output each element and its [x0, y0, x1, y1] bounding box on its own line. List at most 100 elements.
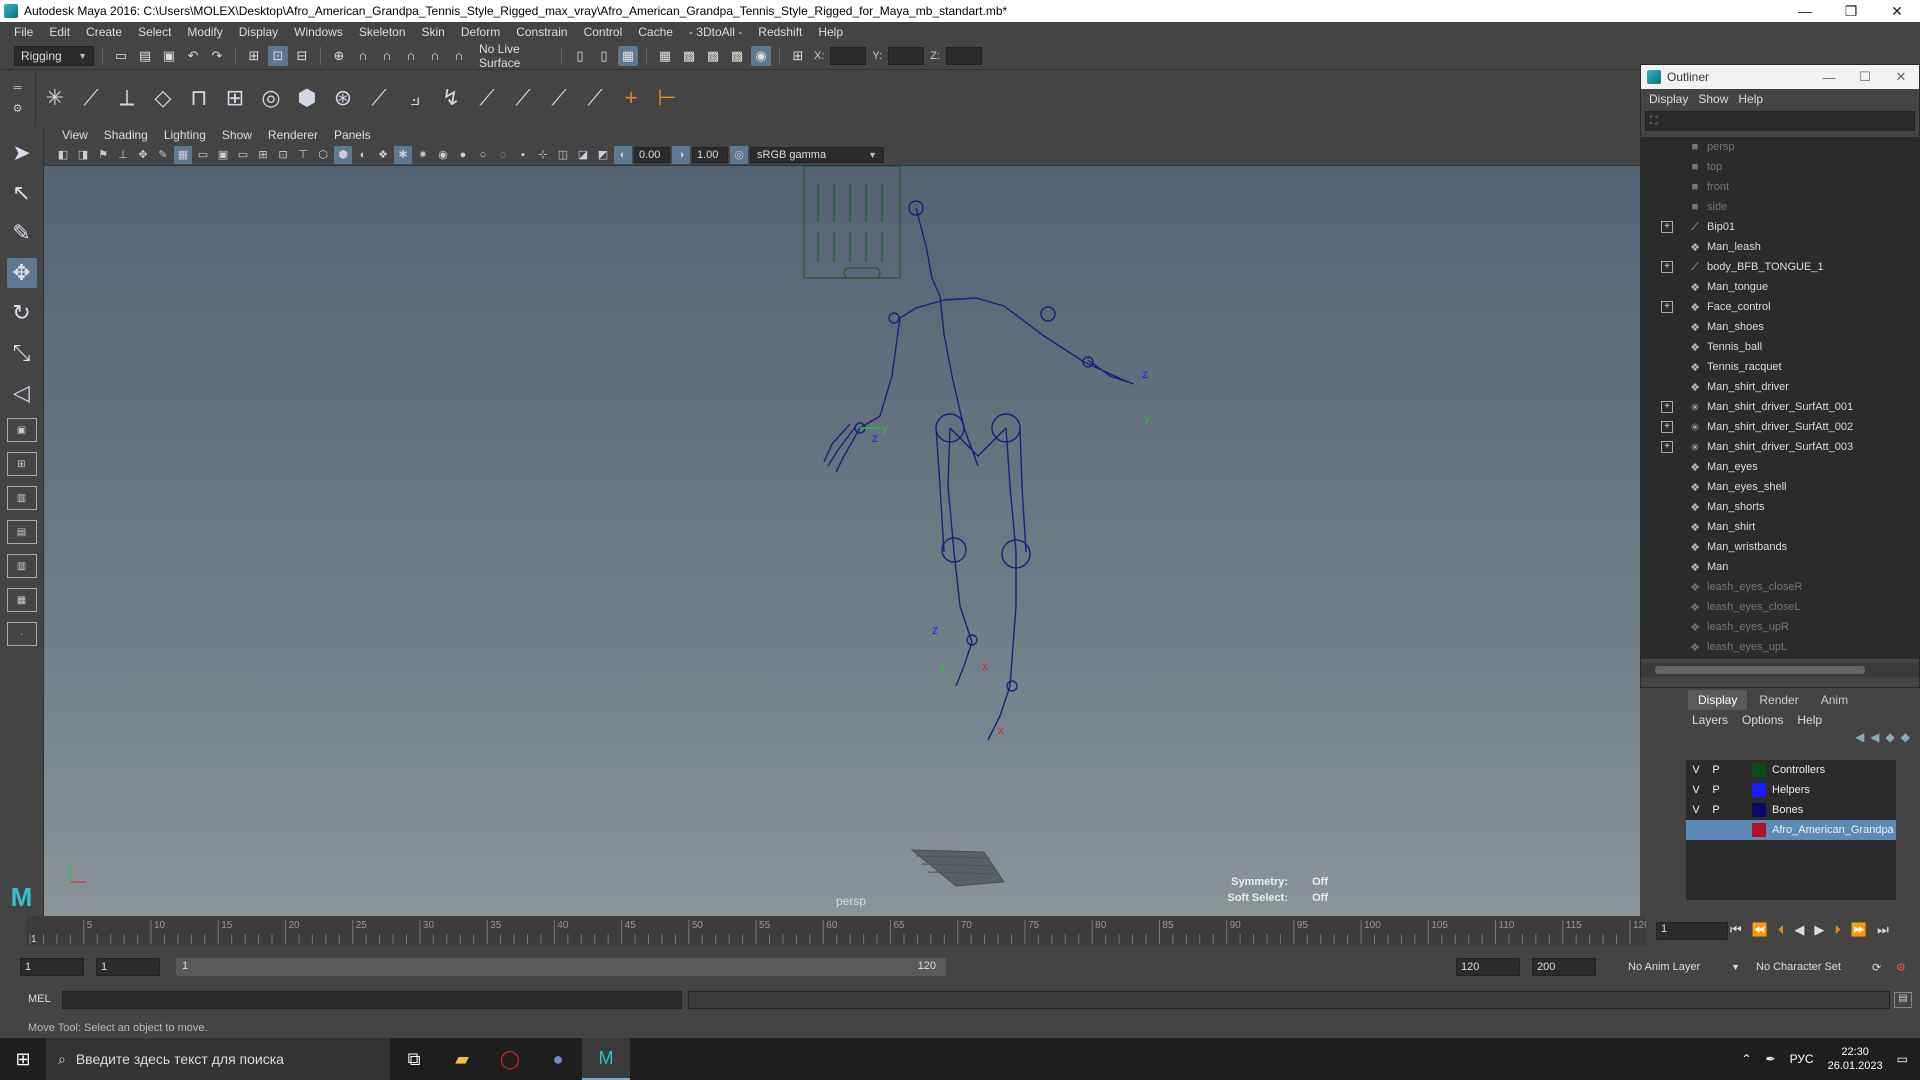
character-set-selector[interactable]: No Character Set	[1752, 958, 1864, 976]
scale-tool-icon[interactable]: ⤡	[7, 338, 37, 368]
outliner-item[interactable]: + ✳ Man_shirt_driver_SurfAtt_002	[1641, 417, 1919, 437]
multisample-icon[interactable]: ○	[474, 146, 492, 164]
layer-row[interactable]: Afro_American_Grandpa	[1686, 820, 1896, 840]
xray-active-icon[interactable]: ◫	[554, 146, 572, 164]
menu-item[interactable]: Control	[576, 25, 631, 39]
auto-key-icon[interactable]: ⟳	[1868, 958, 1888, 976]
layer-row[interactable]: V P Controllers	[1686, 760, 1896, 780]
color-management-icon[interactable]: ◎	[730, 145, 748, 164]
snap-live-icon[interactable]: ∩	[449, 46, 469, 66]
move-tool-icon[interactable]: ✥	[6, 258, 37, 288]
close-button[interactable]: ✕	[1874, 0, 1920, 22]
single-view-layout-icon[interactable]: ▣	[6, 418, 37, 442]
outliner-item[interactable]: + ⟋ body_BFB_TONGUE_1	[1641, 257, 1919, 277]
menu-item[interactable]: Deform	[453, 25, 508, 39]
shelf-gear-icon[interactable]: ⚙	[13, 102, 23, 115]
z-field[interactable]	[945, 46, 982, 65]
viewport-persp[interactable]: y z z y z y x x persp Symmetry: Off Soft…	[44, 166, 1640, 916]
shadows-icon[interactable]: ✷	[414, 146, 432, 164]
layer-visibility-toggle[interactable]: V	[1686, 784, 1706, 796]
snap-point-icon[interactable]: ∩	[377, 46, 397, 66]
expand-icon[interactable]: +	[1661, 421, 1673, 433]
paint-select-icon[interactable]: ✎	[7, 218, 37, 248]
layer-color-swatch[interactable]	[1752, 763, 1766, 777]
exposure-icon[interactable]: ◐	[614, 145, 632, 164]
pole-vector-icon[interactable]: ⟋	[544, 80, 574, 116]
step-forward-frame-icon[interactable]: ⏵	[1834, 922, 1841, 938]
layer-tab[interactable]: Display	[1688, 690, 1748, 710]
menu-set-selector[interactable]: Rigging ▼	[14, 45, 94, 66]
bookmark-icon[interactable]: ⚑	[94, 146, 112, 164]
chevron-up-icon[interactable]: ⌃	[1741, 1052, 1751, 1066]
grease-pencil-icon[interactable]: ✎	[154, 146, 172, 164]
pen-icon[interactable]: ✒	[1766, 1052, 1776, 1066]
layout-toggle-icon[interactable]: ·	[6, 622, 37, 646]
outliner-item[interactable]: ❖ Man_shirt	[1641, 517, 1919, 537]
insert-joint-icon[interactable]: ◇	[148, 80, 178, 116]
notifications-icon[interactable]: ▭	[1897, 1052, 1908, 1066]
exposure-field[interactable]: 0.00	[634, 146, 670, 163]
restore-button[interactable]: ❐	[1828, 0, 1874, 22]
input-ops-icon[interactable]: ▯	[570, 46, 590, 66]
outliner-item[interactable]: ❖ Man_leash	[1641, 237, 1919, 257]
render-settings-icon[interactable]: ▩	[727, 46, 747, 66]
expand-icon[interactable]: +	[1661, 301, 1673, 313]
outliner-item[interactable]: ❖ leash_eyes_closeL	[1641, 597, 1919, 617]
layer-menu-item[interactable]: Layers	[1692, 713, 1728, 727]
range-bar[interactable]: 1 120	[176, 958, 946, 976]
ik-handle-icon[interactable]: ⟋	[76, 80, 106, 116]
outliner-item[interactable]: ❖ leash_eyes_upL	[1641, 637, 1919, 657]
camera-attributes-icon[interactable]: ◨	[74, 146, 92, 164]
panel-menu-item[interactable]: Renderer	[260, 128, 326, 142]
layer-visibility-toggle[interactable]: V	[1686, 764, 1706, 776]
lights-icon[interactable]: ✱	[394, 145, 412, 164]
mel-input[interactable]	[62, 991, 682, 1009]
outliner-menu-item[interactable]: Display	[1649, 92, 1698, 106]
smooth-shade-icon[interactable]: ⬢	[334, 145, 352, 164]
expand-icon[interactable]: +	[1661, 441, 1673, 453]
menu-item[interactable]: Edit	[41, 25, 78, 39]
camera-select-icon[interactable]: ◧	[54, 146, 72, 164]
panel-menu-item[interactable]: View	[54, 128, 96, 142]
layer-color-swatch[interactable]	[1752, 823, 1766, 837]
layer-menu-item[interactable]: Options	[1742, 713, 1783, 727]
animation-start-field[interactable]: 1	[20, 958, 84, 976]
anim-layer-selector[interactable]: No Anim Layer ▼	[1624, 958, 1740, 976]
menu-item[interactable]: - 3DtoAll -	[681, 25, 750, 39]
output-ops-icon[interactable]: ▯	[594, 46, 614, 66]
menu-item[interactable]: Create	[78, 25, 130, 39]
discord-icon[interactable]: ●	[534, 1038, 582, 1080]
select-by-hierarchy-icon[interactable]: ⊞	[244, 46, 264, 66]
playback-end-field[interactable]: 120	[1456, 958, 1520, 976]
paint-weights-icon[interactable]: ⊞	[220, 80, 250, 116]
menu-item[interactable]: File	[6, 25, 41, 39]
menu-item[interactable]: Cache	[630, 25, 681, 39]
time-ruler[interactable]: 5 10 15 20 25 30 35 40 45 50 55 60 65 70 75 80 85 90 95 100…	[26, 916, 1650, 946]
xray-joints-icon[interactable]: ◪	[574, 146, 592, 164]
menu-item[interactable]: Skin	[414, 25, 453, 39]
motion-blur-icon[interactable]: ●	[454, 146, 472, 164]
depth-of-field-icon[interactable]: ◌	[494, 146, 512, 164]
move-layer-up-icon[interactable]: ◀	[1855, 730, 1864, 750]
menu-item[interactable]: Skeleton	[351, 25, 414, 39]
two-d-pan-icon[interactable]: ✥	[134, 146, 152, 164]
anim-preferences-icon[interactable]: ⚙	[1892, 958, 1912, 976]
orient-constraint-icon[interactable]: ↯	[436, 80, 466, 116]
outliner-horizontal-scrollbar[interactable]	[1641, 663, 1919, 677]
render-frame-icon[interactable]: ▩	[679, 46, 699, 66]
layer-menu-item[interactable]: Help	[1797, 713, 1822, 727]
panel-menu-item[interactable]: Panels	[326, 128, 379, 142]
outliner-item[interactable]: ❖ Tennis_ball	[1641, 337, 1919, 357]
outliner-title-bar[interactable]: Outliner — ☐ ✕	[1641, 65, 1919, 89]
outliner-item[interactable]: ■ top	[1641, 157, 1919, 177]
parent-constraint-icon[interactable]: ⟋	[364, 80, 394, 116]
select-by-component-icon[interactable]: ⊟	[292, 46, 312, 66]
cluster-icon[interactable]: ◎	[256, 80, 286, 116]
undo-icon[interactable]: ↶	[183, 46, 203, 66]
outliner-item[interactable]: ❖ Man_shorts	[1641, 497, 1919, 517]
menu-item[interactable]: Redshift	[750, 25, 810, 39]
panel-menu-item[interactable]: Show	[214, 128, 260, 142]
outliner-search-input[interactable]: ⛶	[1645, 111, 1915, 131]
opera-browser-icon[interactable]: ◯	[486, 1038, 534, 1080]
gamma-icon[interactable]: ◑	[672, 145, 690, 164]
